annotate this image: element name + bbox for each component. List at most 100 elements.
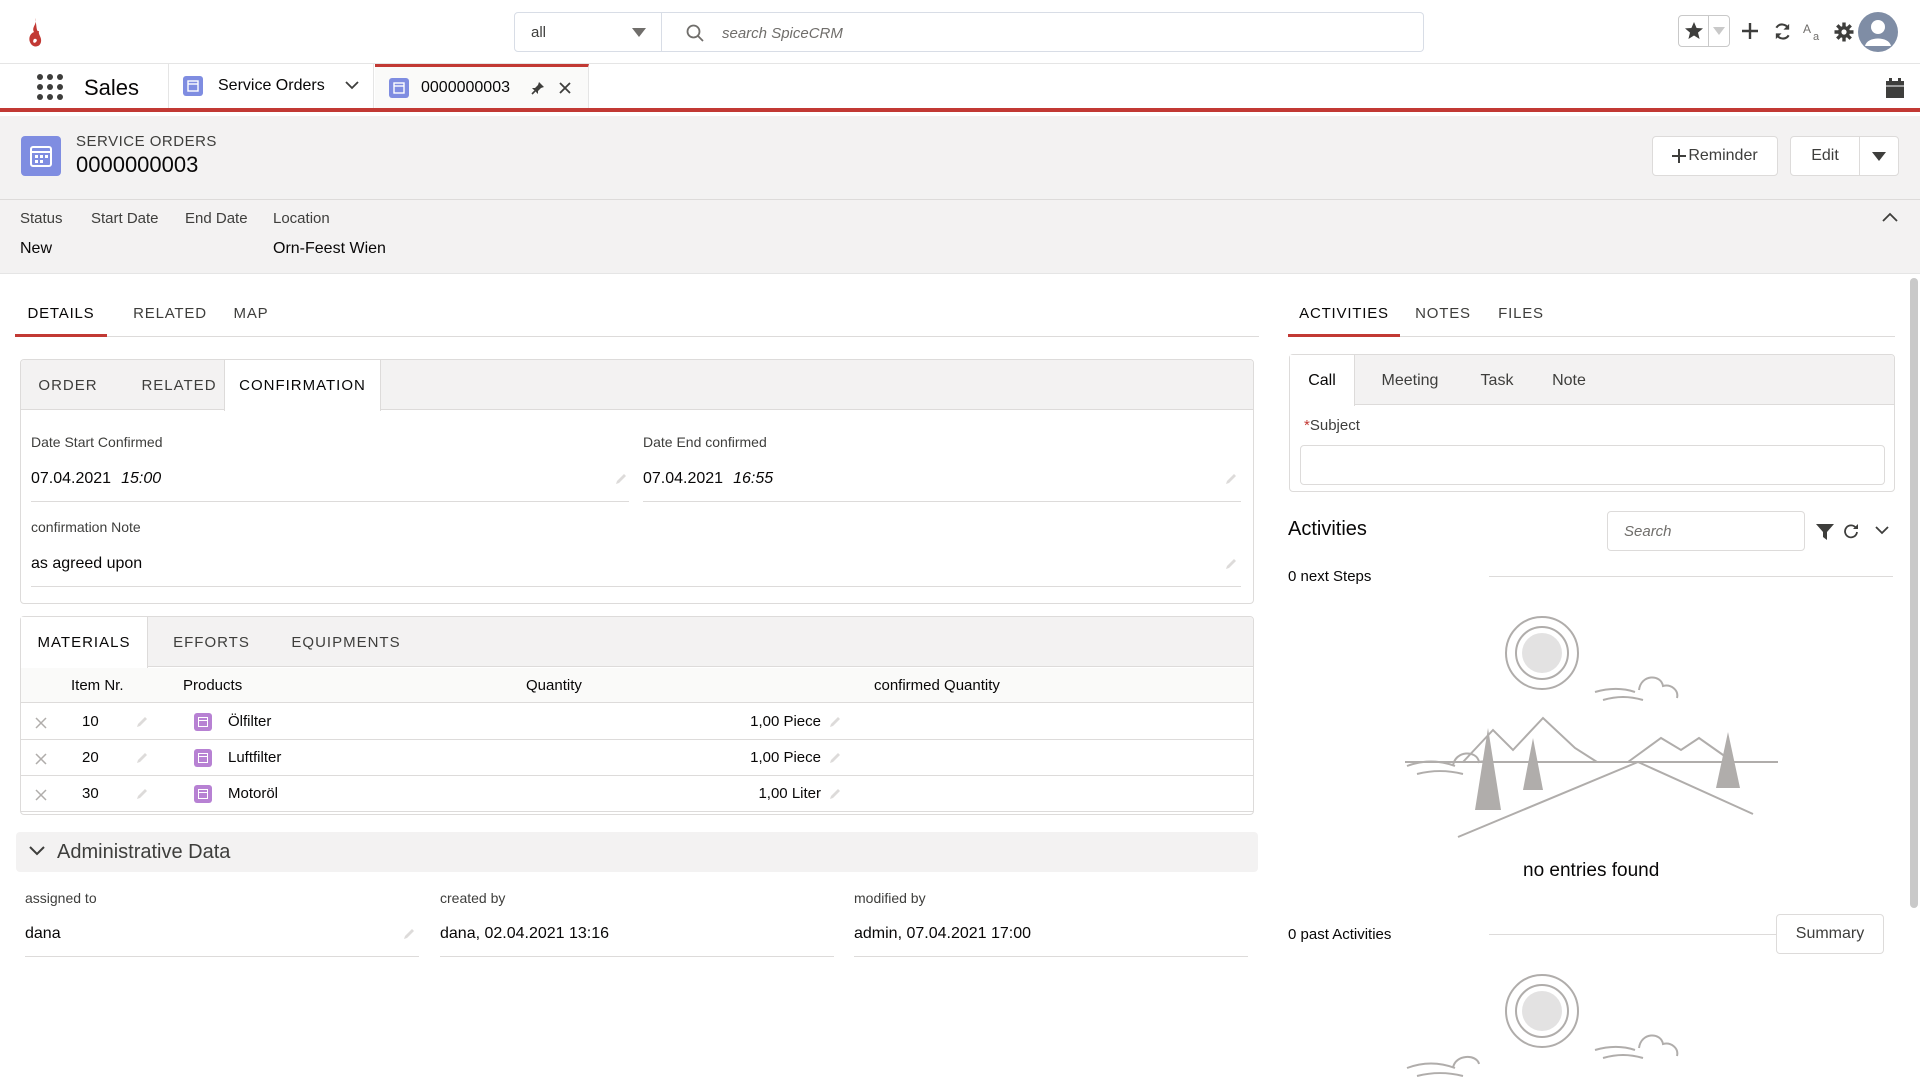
edit-label: Edit — [1811, 147, 1839, 164]
delete-icon[interactable] — [35, 789, 47, 801]
start-date-label: Start Date — [91, 210, 159, 227]
reminder-button[interactable]: Reminder — [1652, 136, 1778, 176]
subtab-confirmation[interactable]: CONFIRMATION — [224, 360, 381, 411]
subtab-order[interactable]: ORDER — [21, 360, 115, 410]
delete-icon[interactable] — [35, 753, 47, 765]
chevron-down-icon[interactable] — [1875, 526, 1889, 535]
edit-pencil-icon[interactable] — [135, 751, 149, 765]
activities-title: Activities — [1288, 518, 1367, 540]
chevron-down-icon[interactable] — [345, 81, 359, 90]
close-icon[interactable] — [559, 82, 571, 94]
date-end-value[interactable]: 07.04.2021 16:55 — [643, 470, 773, 488]
composer-tab-task[interactable]: Task — [1460, 355, 1534, 405]
svg-text:A: A — [1803, 22, 1811, 36]
subtab-materials[interactable]: MATERIALS — [21, 617, 148, 668]
global-search-input[interactable] — [722, 21, 1402, 45]
tab-details[interactable]: DETAILS — [15, 292, 107, 337]
highlights-panel: Status New Start Date End Date Location … — [0, 200, 1920, 274]
product-name[interactable]: Motoröl — [228, 785, 278, 802]
tab-notes[interactable]: NOTES — [1402, 292, 1484, 337]
product-name[interactable]: Ölfilter — [228, 713, 271, 730]
order-subtabs: ORDER RELATED CONFIRMATION — [21, 360, 1253, 411]
table-row: 20 Luftfilter 1,00 Piece — [21, 740, 1253, 776]
edit-pencil-icon[interactable] — [1224, 472, 1238, 486]
search-scope-select[interactable]: all — [514, 12, 662, 52]
chevron-up-icon[interactable] — [1882, 212, 1898, 222]
date-start-label: Date Start Confirmed — [31, 434, 163, 450]
favorites-dropdown[interactable] — [1709, 16, 1729, 46]
composer-tab-call[interactable]: Call — [1290, 355, 1355, 406]
date-start-value[interactable]: 07.04.2021 15:00 — [31, 470, 161, 488]
subtab-equipments[interactable]: EQUIPMENTS — [274, 617, 418, 667]
location-value: Orn-Feest Wien — [273, 240, 386, 257]
gear-icon[interactable] — [1834, 22, 1854, 42]
search-scope-value: all — [531, 24, 547, 41]
star-icon — [1684, 22, 1703, 39]
tab-map[interactable]: MAP — [215, 292, 287, 337]
tab-files[interactable]: FILES — [1486, 292, 1556, 337]
edit-pencil-icon[interactable] — [135, 787, 149, 801]
pin-icon[interactable] — [531, 81, 545, 95]
composer-tab-meeting[interactable]: Meeting — [1360, 355, 1460, 405]
edit-pencil-icon[interactable] — [828, 715, 842, 729]
edit-pencil-icon[interactable] — [614, 472, 628, 486]
nav-bar: Sales Service Orders 0000000003 — [0, 64, 1920, 112]
summary-button[interactable]: Summary — [1776, 914, 1884, 954]
top-bar: all Aa — [0, 0, 1920, 64]
location-label: Location — [273, 210, 330, 227]
composer-tabs: Call Meeting Task Note — [1290, 355, 1894, 406]
scrollbar[interactable] — [1910, 278, 1918, 908]
filter-icon[interactable] — [1816, 524, 1834, 540]
no-entries-text: no entries found — [1523, 860, 1660, 881]
subject-label-text: Subject — [1309, 417, 1360, 434]
activities-search-input[interactable] — [1607, 511, 1805, 551]
add-icon[interactable] — [1741, 22, 1759, 40]
date-end-date: 07.04.2021 — [643, 470, 724, 487]
column-header-quantity: Quantity — [526, 677, 582, 694]
record-name: 0000000003 — [76, 152, 199, 177]
items-subtabs: MATERIALS EFFORTS EQUIPMENTS — [21, 617, 1253, 668]
subject-input[interactable] — [1300, 445, 1885, 485]
edit-pencil-icon[interactable] — [402, 927, 416, 941]
edit-pencil-icon[interactable] — [828, 751, 842, 765]
edit-pencil-icon[interactable] — [135, 715, 149, 729]
nav-tab-label: 0000000003 — [421, 78, 510, 96]
service-order-icon — [183, 76, 203, 96]
chevron-down-icon — [1713, 27, 1726, 35]
item-number: 10 — [82, 713, 99, 730]
more-actions-button[interactable] — [1859, 136, 1899, 176]
spicecrm-logo[interactable] — [25, 16, 45, 50]
calendar-icon[interactable] — [1886, 78, 1904, 98]
field-divider — [643, 501, 1241, 502]
nav-tab-service-orders[interactable]: Service Orders — [168, 64, 374, 108]
composer-tab-note[interactable]: Note — [1534, 355, 1604, 405]
edit-button[interactable]: Edit — [1790, 136, 1860, 176]
edit-pencil-icon[interactable] — [828, 787, 842, 801]
subtab-efforts[interactable]: EFFORTS — [159, 617, 264, 667]
product-name[interactable]: Luftfilter — [228, 749, 281, 766]
date-start-time: 15:00 — [121, 470, 162, 487]
field-divider — [31, 501, 629, 502]
edit-pencil-icon[interactable] — [1224, 557, 1238, 571]
user-avatar[interactable] — [1858, 12, 1898, 52]
field-divider — [25, 956, 419, 957]
app-launcher-icon[interactable] — [37, 74, 63, 100]
nav-tab-record[interactable]: 0000000003 — [375, 64, 589, 108]
subtab-related[interactable]: RELATED — [129, 360, 229, 410]
favorite-button[interactable] — [1679, 16, 1710, 46]
product-icon — [194, 749, 212, 767]
tab-activities[interactable]: ACTIVITIES — [1288, 292, 1400, 337]
administrative-data-section-header[interactable]: Administrative Data — [16, 832, 1258, 872]
language-icon[interactable]: Aa — [1803, 22, 1825, 42]
confirmation-note-value[interactable]: as agreed upon — [31, 555, 142, 573]
tab-related[interactable]: RELATED — [117, 292, 223, 337]
steps-divider — [1489, 576, 1893, 577]
empty-state-landscape-illustration — [1405, 616, 1778, 838]
global-search — [662, 12, 1424, 52]
refresh-icon[interactable] — [1773, 22, 1792, 41]
assigned-to-value[interactable]: dana — [25, 925, 61, 943]
refresh-icon[interactable] — [1843, 523, 1859, 539]
date-start-date: 07.04.2021 — [31, 470, 112, 487]
assigned-to-label: assigned to — [25, 890, 97, 906]
delete-icon[interactable] — [35, 717, 47, 729]
